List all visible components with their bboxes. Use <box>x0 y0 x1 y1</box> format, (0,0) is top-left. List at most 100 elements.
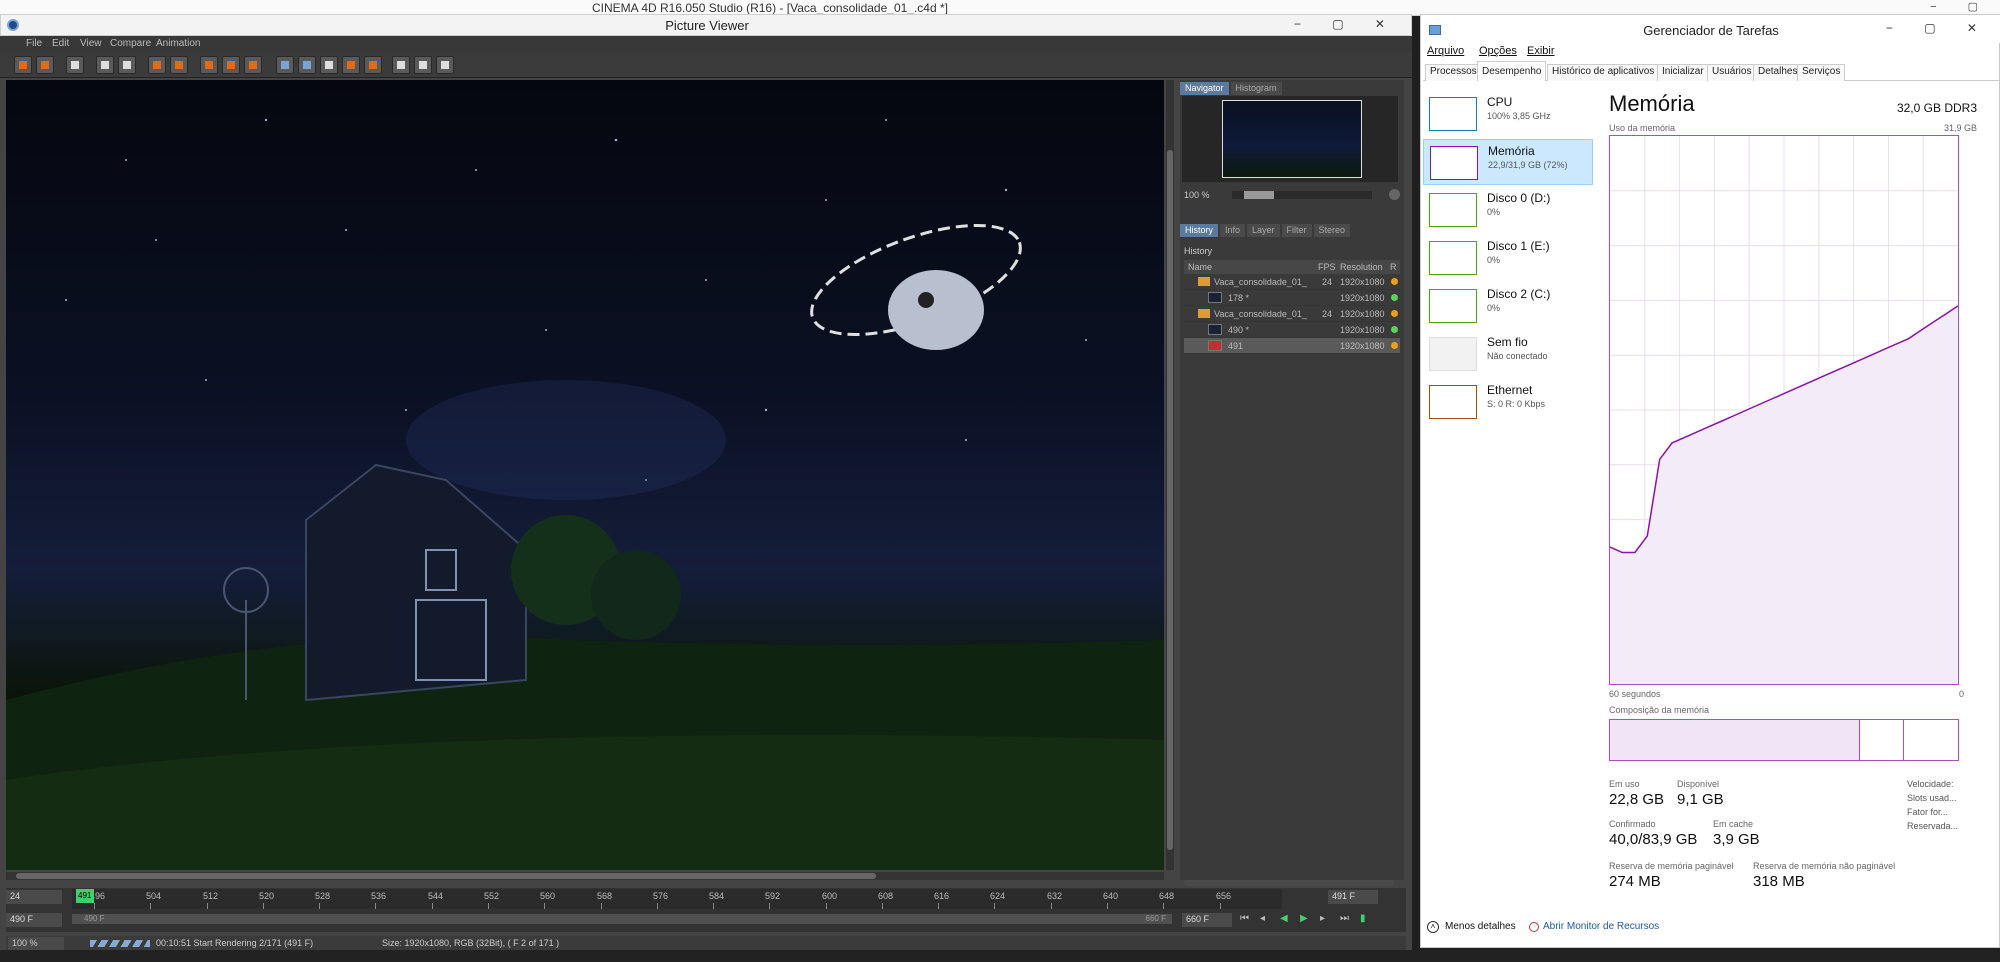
menu-view[interactable]: View <box>80 38 102 49</box>
history-fps: 24 <box>1322 277 1333 287</box>
tab-info[interactable]: Info <box>1220 224 1246 237</box>
timeline-tick <box>1163 903 1164 909</box>
horizontal-scroll-thumb[interactable] <box>16 873 876 879</box>
tab-inicializar[interactable]: Inicializar <box>1657 64 1709 81</box>
col-name[interactable]: Name <box>1188 262 1212 272</box>
background-window-controls[interactable]: − ▢ <box>1930 0 1992 13</box>
tab-history[interactable]: History <box>1180 224 1219 237</box>
menu-arquivo[interactable]: Arquivo <box>1427 45 1464 57</box>
save-icon[interactable] <box>36 56 54 74</box>
menu-exibir[interactable]: Exibir <box>1527 45 1555 57</box>
a-marker-icon[interactable] <box>342 56 360 74</box>
navigator-viewport-frame[interactable] <box>1222 100 1362 178</box>
canvas-vertical-scrollbar[interactable] <box>1166 80 1174 870</box>
menu-animation[interactable]: Animation <box>156 38 200 49</box>
window-controls[interactable]: − ▢ ✕ <box>1294 17 1399 31</box>
timeline-tick-label: 552 <box>484 891 500 901</box>
tab-navigator[interactable]: Navigator <box>1180 82 1229 95</box>
go-end-icon[interactable]: ⏭ <box>1340 914 1350 924</box>
resource-disco-0[interactable]: Disco 0 (D:) 0% <box>1423 187 1593 233</box>
task-manager-titlebar: Gerenciador de Tarefas − ▢ ✕ <box>1421 15 2000 43</box>
render-image-canvas[interactable] <box>6 80 1164 870</box>
layer-icon[interactable] <box>200 56 218 74</box>
start-frame-field[interactable]: 490 F <box>6 913 62 927</box>
memory-total: 32,0 GB DDR3 <box>1896 101 1977 115</box>
tab-desempenho[interactable]: Desempenho <box>1477 61 1547 81</box>
resource-monitor-link[interactable]: Abrir Monitor de Recursos <box>1543 921 1659 932</box>
ab-swap-icon[interactable] <box>170 56 188 74</box>
col-fps[interactable]: FPS <box>1318 262 1336 272</box>
play-back-icon[interactable]: ◀ <box>1280 914 1290 924</box>
render-icon[interactable] <box>244 56 262 74</box>
split-h-icon[interactable] <box>392 56 410 74</box>
tab-servicos[interactable]: Serviços <box>1797 64 1846 81</box>
history-row[interactable]: Vaca_consolidade_01_ 24 1920x1080 <box>1184 274 1400 290</box>
stop-icon[interactable] <box>118 56 136 74</box>
timeline-ruler[interactable]: 496 504 512 520 528 536 544 552 560 568 576 584 592 6… <box>72 889 1282 909</box>
chevron-up-icon[interactable]: ˄ <box>1427 921 1439 933</box>
menu-compare[interactable]: Compare <box>110 38 151 49</box>
memory-usage-graph <box>1609 135 1959 685</box>
window-controls[interactable]: − ▢ ✕ <box>1886 21 1991 35</box>
ab-compare-icon[interactable] <box>148 56 166 74</box>
film-icon[interactable] <box>66 56 84 74</box>
history-row[interactable]: 490 * 1920x1080 <box>1184 322 1400 338</box>
tab-detalhes[interactable]: Detalhes <box>1753 64 1803 81</box>
vertical-scroll-thumb[interactable] <box>1167 150 1173 850</box>
range-slider[interactable]: 490 F 660 F <box>72 914 1172 924</box>
resource-cpu[interactable]: CPU 100% 3,85 GHz <box>1423 91 1593 137</box>
side-panel-scrollbar[interactable] <box>1184 880 1394 886</box>
resource-ethernet[interactable]: Ethernet S: 0 R: 0 Kbps <box>1423 379 1593 425</box>
ab-label-icon[interactable] <box>320 56 338 74</box>
stat-label: Em cache <box>1713 819 1754 829</box>
next-frame-icon[interactable]: ▸ <box>1320 914 1330 924</box>
resource-disco-2[interactable]: Disco 2 (C:) 0% <box>1423 283 1593 329</box>
b-marker-icon[interactable] <box>364 56 382 74</box>
resource-name: Memória <box>1488 144 1535 158</box>
snapshot-icon[interactable] <box>222 56 240 74</box>
resource-sub: Não conectado <box>1487 351 1548 361</box>
prev-frame-icon[interactable]: ◂ <box>1260 914 1270 924</box>
zoom-slider[interactable] <box>1232 191 1372 199</box>
region-icon[interactable] <box>96 56 114 74</box>
open-icon[interactable] <box>14 56 32 74</box>
resource-memoria[interactable]: Memória 22,9/31,9 GB (72%) <box>1423 139 1593 185</box>
stat-value: 40,0/83,9 GB <box>1609 831 1698 848</box>
tab-filter[interactable]: Filter <box>1281 224 1312 237</box>
history-row-selected[interactable]: 491 1920x1080 <box>1184 338 1400 354</box>
fit-icon[interactable] <box>298 56 316 74</box>
tab-stereo[interactable]: Stereo <box>1313 224 1351 237</box>
col-resolution[interactable]: Resolution <box>1340 262 1383 272</box>
canvas-horizontal-scrollbar[interactable] <box>6 872 1164 880</box>
menu-file[interactable]: File <box>26 38 42 49</box>
fullscreen-icon[interactable] <box>276 56 294 74</box>
difference-icon[interactable] <box>436 56 454 74</box>
loop-icon[interactable]: ▮ <box>1360 914 1370 924</box>
current-frame-marker[interactable]: 491 <box>76 889 94 903</box>
split-v-icon[interactable] <box>414 56 432 74</box>
tab-histogram[interactable]: Histogram <box>1230 82 1282 95</box>
play-forward-icon[interactable]: ▶ <box>1300 914 1310 924</box>
tab-historico[interactable]: Histórico de aplicativos <box>1547 64 1660 81</box>
fps-field[interactable]: 24 <box>6 890 62 904</box>
end-frame-field[interactable]: 491 F <box>1328 890 1378 904</box>
status-zoom[interactable]: 100 % <box>8 937 64 950</box>
navigator-thumbnail[interactable] <box>1182 96 1398 182</box>
tab-usuarios[interactable]: Usuários <box>1707 64 1757 81</box>
tab-processos[interactable]: Processos <box>1425 64 1482 81</box>
fewer-details-link[interactable]: Menos detalhes <box>1445 921 1516 932</box>
ethernet-graph-thumbnail <box>1429 385 1477 419</box>
menu-edit[interactable]: Edit <box>52 38 69 49</box>
zoom-reset-icon[interactable] <box>1389 189 1400 200</box>
zoom-slider-thumb[interactable] <box>1244 191 1274 199</box>
tab-layer[interactable]: Layer <box>1247 224 1280 237</box>
resource-sem-fio[interactable]: Sem fio Não conectado <box>1423 331 1593 377</box>
go-start-icon[interactable]: ⏮ <box>1240 914 1250 924</box>
col-r[interactable]: R <box>1390 262 1397 272</box>
end-range-field[interactable]: 660 F <box>1182 913 1232 927</box>
history-row[interactable]: Vaca_consolidade_01_ 24 1920x1080 <box>1184 306 1400 322</box>
timeline-tick-label: 576 <box>653 891 669 901</box>
history-row[interactable]: 178 * 1920x1080 <box>1184 290 1400 306</box>
resource-disco-1[interactable]: Disco 1 (E:) 0% <box>1423 235 1593 281</box>
menu-opcoes[interactable]: Opções <box>1479 45 1517 57</box>
